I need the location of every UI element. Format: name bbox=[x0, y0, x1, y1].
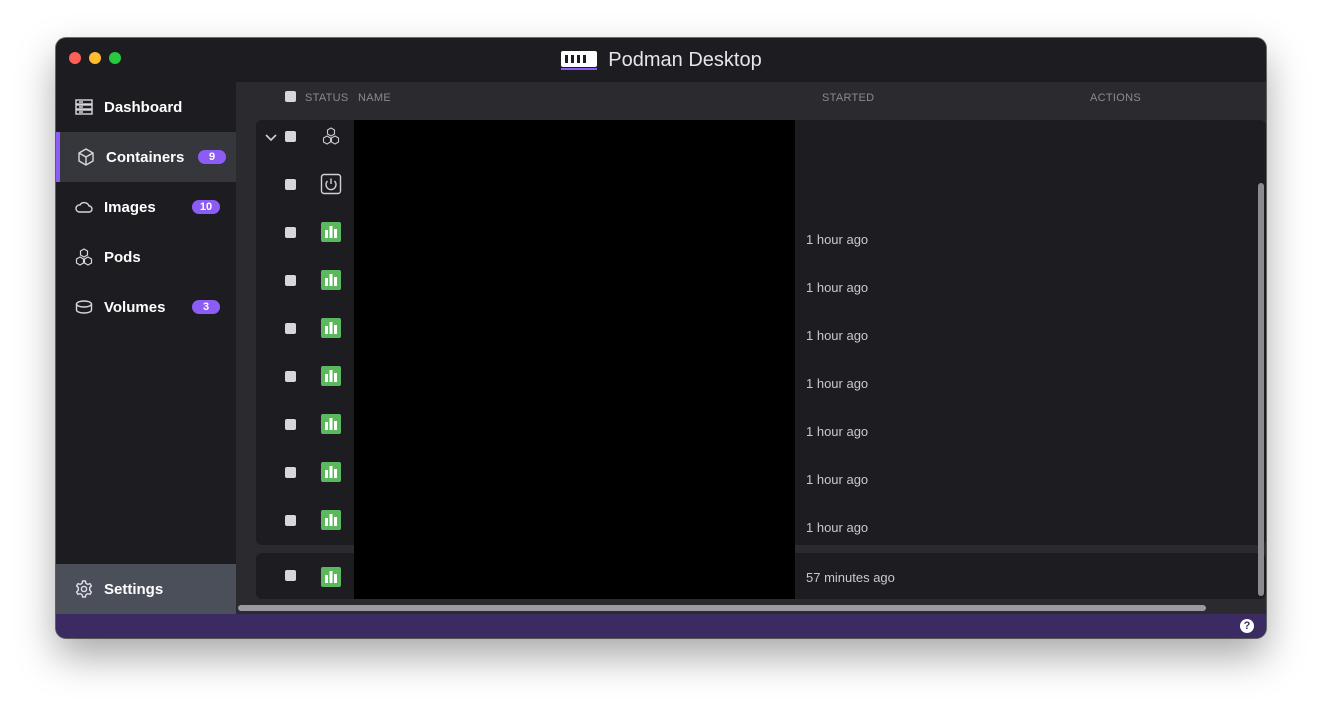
started-time: 1 hour ago bbox=[806, 232, 869, 247]
sidebar-item-label: Dashboard bbox=[104, 98, 183, 116]
row-checkbox[interactable] bbox=[285, 179, 296, 190]
row-checkbox[interactable] bbox=[285, 227, 296, 238]
started-time: 1 hour ago bbox=[806, 520, 869, 535]
row-checkbox[interactable] bbox=[285, 323, 296, 334]
vertical-scrollbar[interactable] bbox=[1258, 183, 1264, 596]
name-column-header[interactable]: NAME bbox=[358, 92, 391, 104]
database-icon bbox=[74, 297, 94, 317]
running-status-icon bbox=[321, 270, 341, 290]
started-column-header[interactable]: STARTED bbox=[822, 92, 874, 104]
sidebar-item-label: Images bbox=[104, 198, 156, 216]
power-icon bbox=[320, 173, 342, 195]
started-time: 1 hour ago bbox=[806, 280, 869, 295]
cubes-icon bbox=[74, 247, 94, 267]
running-status-icon bbox=[321, 567, 341, 587]
started-time: 1 hour ago bbox=[806, 328, 869, 343]
sidebar-item-volumes[interactable]: Volumes 3 bbox=[56, 282, 236, 332]
count-badge: 10 bbox=[192, 200, 220, 214]
window-title: Podman Desktop bbox=[608, 48, 762, 71]
count-badge: 3 bbox=[192, 300, 220, 314]
select-all-checkbox[interactable] bbox=[285, 91, 296, 102]
cloud-icon bbox=[74, 197, 94, 217]
sidebar-item-label: Containers bbox=[106, 148, 185, 166]
status-bar: ? bbox=[56, 614, 1266, 638]
sidebar-item-label: Pods bbox=[104, 248, 141, 266]
app-window: Podman Desktop Dashboard Containers 9 Im… bbox=[56, 38, 1266, 638]
running-status-icon bbox=[321, 366, 341, 386]
table-header: STATUS NAME STARTED ACTIONS bbox=[236, 82, 1266, 112]
horizontal-scrollbar[interactable] bbox=[238, 605, 1206, 611]
row-checkbox[interactable] bbox=[285, 515, 296, 526]
row-checkbox[interactable] bbox=[285, 467, 296, 478]
row-checkbox[interactable] bbox=[285, 275, 296, 286]
started-time: 1 hour ago bbox=[806, 424, 869, 439]
settings-label: Settings bbox=[104, 580, 164, 598]
running-status-icon bbox=[321, 414, 341, 434]
running-status-icon bbox=[321, 222, 341, 242]
running-status-icon bbox=[321, 510, 341, 530]
sidebar-item-settings[interactable]: Settings bbox=[56, 564, 236, 614]
pod-status-icon bbox=[322, 127, 340, 145]
status-column-header[interactable]: STATUS bbox=[305, 92, 349, 104]
count-badge: 9 bbox=[198, 150, 226, 164]
dashboard-icon bbox=[74, 97, 94, 117]
row-checkbox[interactable] bbox=[285, 371, 296, 382]
started-time: 57 minutes ago bbox=[806, 570, 895, 585]
row-checkbox[interactable] bbox=[285, 419, 296, 430]
sidebar-item-pods[interactable]: Pods bbox=[56, 232, 236, 282]
podman-logo-icon bbox=[561, 51, 598, 70]
started-time: 1 hour ago bbox=[806, 376, 869, 391]
started-time: 1 hour ago bbox=[806, 472, 869, 487]
row-checkbox[interactable] bbox=[285, 570, 296, 581]
chevron-down-icon[interactable] bbox=[264, 130, 278, 144]
sidebar-item-label: Volumes bbox=[104, 298, 166, 316]
sidebar-item-dashboard[interactable]: Dashboard bbox=[56, 82, 236, 132]
containers-content: STATUS NAME STARTED ACTIONS 1 hour ago 1… bbox=[236, 82, 1266, 614]
row-checkbox[interactable] bbox=[285, 131, 296, 142]
sidebar-item-containers[interactable]: Containers 9 bbox=[56, 132, 236, 182]
sidebar-item-images[interactable]: Images 10 bbox=[56, 182, 236, 232]
title-bar: Podman Desktop bbox=[56, 38, 1266, 82]
gear-icon bbox=[74, 579, 94, 599]
running-status-icon bbox=[321, 318, 341, 338]
sidebar: Dashboard Containers 9 Images 10 Pods Vo… bbox=[56, 82, 236, 614]
cube-icon bbox=[76, 147, 96, 167]
running-status-icon bbox=[321, 462, 341, 482]
help-icon[interactable]: ? bbox=[1240, 619, 1254, 633]
app-title: Podman Desktop bbox=[56, 48, 1266, 72]
actions-column-header: ACTIONS bbox=[1090, 92, 1141, 104]
redacted-name-column bbox=[354, 120, 795, 599]
